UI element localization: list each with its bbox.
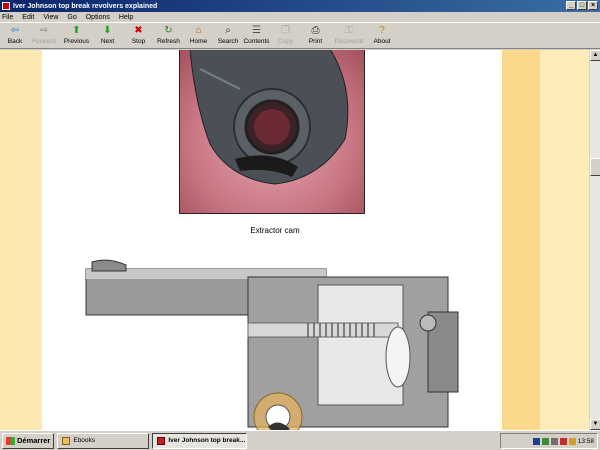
window-controls: _ □ × <box>566 1 598 10</box>
content-area: Extractor cam <box>0 50 589 430</box>
toolbar-label: Previous <box>63 38 90 45</box>
home-icon: ⌂ <box>195 25 202 36</box>
print-button[interactable]: ⎙ Print <box>300 23 331 49</box>
toolbar-label: Forward <box>32 38 56 45</box>
about-icon: ? <box>379 25 385 36</box>
about-button[interactable]: ? About <box>367 23 397 49</box>
menu-bar: File Edit View Go Options Help <box>0 12 600 23</box>
ebook-icon <box>157 436 166 445</box>
vertical-scrollbar[interactable]: ▲ ▼ <box>589 50 600 430</box>
tray-icon[interactable] <box>568 437 576 445</box>
task-label: Ebooks <box>73 437 96 444</box>
windows-flag-icon <box>6 436 15 445</box>
password-icon: ⚿ <box>345 25 353 36</box>
refresh-button[interactable]: ↻ Refresh <box>154 23 183 49</box>
back-arrow-icon: ⇦ <box>10 25 20 36</box>
start-label: Démarrer <box>17 436 51 445</box>
tray-icon[interactable] <box>550 437 558 445</box>
clock: 13:58 <box>577 437 594 445</box>
toolbar-label: Back <box>7 38 23 45</box>
left-margin-band <box>0 50 42 430</box>
toolbar-label: Refresh <box>157 38 180 45</box>
back-button[interactable]: ⇦ Back <box>3 23 27 49</box>
toolbar-label: Home <box>189 38 208 45</box>
image-caption: Extractor cam <box>250 226 300 235</box>
next-button[interactable]: ⬇ Next <box>92 23 123 49</box>
maximize-button[interactable]: □ <box>577 1 587 10</box>
right-outer-margin-band <box>540 50 589 430</box>
tray-icon[interactable] <box>559 437 567 445</box>
contents-button[interactable]: ☰ Contents <box>242 23 271 49</box>
toolbar: ⇦ Back ⇨ Forward ⬆ Previous ⬇ Next ✖ Stop ↻ Refresh… <box>0 23 600 49</box>
print-icon: ⎙ <box>311 25 320 36</box>
contents-icon: ☰ <box>252 25 261 36</box>
menu-help[interactable]: Help <box>119 14 133 21</box>
extractor-cam-photo <box>179 50 365 214</box>
toolbar-label: Print <box>308 38 323 45</box>
taskbar: Démarrer Ebooks Iver Johnson top break..… <box>0 430 600 450</box>
previous-button[interactable]: ⬆ Previous <box>61 23 92 49</box>
tray-icon[interactable] <box>532 437 540 445</box>
menu-view[interactable]: View <box>43 14 58 21</box>
home-button[interactable]: ⌂ Home <box>183 23 214 49</box>
toolbar-label: Password <box>334 38 364 45</box>
forward-arrow-icon: ⇨ <box>39 25 49 36</box>
toolbar-label: About <box>373 38 391 45</box>
app-icon <box>2 2 10 10</box>
menu-edit[interactable]: Edit <box>22 14 34 21</box>
stop-button[interactable]: ✖ Stop <box>123 23 154 49</box>
toolbar-label: Stop <box>131 38 146 45</box>
taskbar-item-iver-johnson[interactable]: Iver Johnson top break... <box>152 432 248 449</box>
up-arrow-icon: ⬆ <box>72 25 81 36</box>
menu-file[interactable]: File <box>2 14 13 21</box>
toolbar-label: Search <box>217 38 239 45</box>
task-label: Iver Johnson top break... <box>168 437 246 444</box>
window-title: Iver Johnson top break revolvers explain… <box>13 2 158 10</box>
search-button[interactable]: ⌕ Search <box>214 23 242 49</box>
tray-icon[interactable] <box>541 437 549 445</box>
refresh-icon: ↻ <box>164 25 173 36</box>
toolbar-label: Next <box>100 38 115 45</box>
system-tray: 13:58 <box>500 433 598 449</box>
folder-icon <box>62 436 71 445</box>
menu-go[interactable]: Go <box>67 14 76 21</box>
search-icon: ⌕ <box>225 25 231 36</box>
scroll-down-button[interactable]: ▼ <box>590 419 600 430</box>
forward-button[interactable]: ⇨ Forward <box>27 23 61 49</box>
password-button[interactable]: ⚿ Password <box>331 23 367 49</box>
start-button[interactable]: Démarrer <box>2 432 55 449</box>
stop-icon: ✖ <box>134 25 143 36</box>
minimize-button[interactable]: _ <box>566 1 576 10</box>
revolver-diagram <box>78 257 470 430</box>
scroll-up-button[interactable]: ▲ <box>590 50 600 61</box>
close-button[interactable]: × <box>588 1 598 10</box>
down-arrow-icon: ⬇ <box>103 25 112 36</box>
browser-window: Iver Johnson top break revolvers explain… <box>0 0 600 430</box>
title-bar[interactable]: Iver Johnson top break revolvers explain… <box>0 0 600 12</box>
toolbar-label: Copy <box>277 38 294 45</box>
right-margin-band <box>502 50 540 430</box>
toolbar-label: Contents <box>243 38 270 45</box>
taskbar-item-ebooks[interactable]: Ebooks <box>57 432 150 449</box>
menu-options[interactable]: Options <box>86 14 110 21</box>
scroll-thumb[interactable] <box>590 158 600 176</box>
copy-button[interactable]: ❐ Copy <box>271 23 300 49</box>
copy-icon: ❐ <box>281 25 290 36</box>
